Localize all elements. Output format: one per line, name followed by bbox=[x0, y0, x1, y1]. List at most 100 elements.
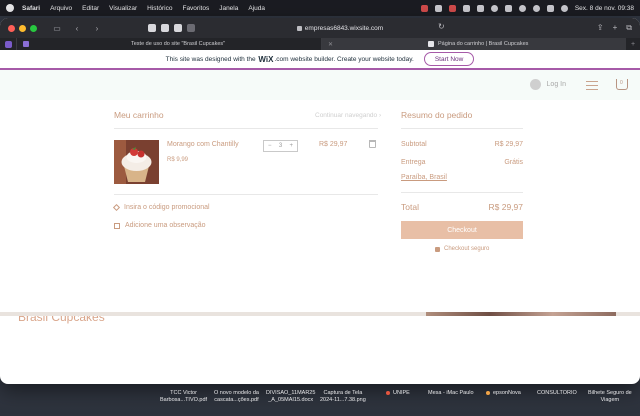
new-tab-icon[interactable]: + bbox=[613, 23, 618, 33]
apple-icon[interactable] bbox=[6, 4, 14, 12]
favorites-icons bbox=[148, 24, 195, 32]
file-name: TCC Victor bbox=[170, 390, 197, 396]
login-link[interactable]: Log In bbox=[529, 79, 566, 90]
add-note-link[interactable]: Adicione uma observação bbox=[114, 222, 206, 229]
zoom-window-button[interactable] bbox=[30, 24, 37, 32]
total-row: Total R$ 29,97 bbox=[401, 202, 523, 212]
control-center-icon[interactable] bbox=[546, 4, 554, 12]
decrease-button[interactable]: − bbox=[268, 143, 272, 149]
close-window-button[interactable] bbox=[8, 24, 15, 32]
divider bbox=[114, 194, 378, 195]
menu-visualizar[interactable]: Visualizar bbox=[109, 5, 137, 12]
close-tab-icon[interactable]: ✕ bbox=[328, 41, 333, 48]
desktop-file[interactable]: Captura de Tela 2024-11...7.38.png bbox=[320, 390, 366, 404]
file-name: epsonNova bbox=[493, 390, 521, 396]
menu-editar[interactable]: Editar bbox=[82, 5, 99, 12]
safari-window: ▭ ‹ › empresas6843.wixsite.com ↻ ⇪ + ⧉ T… bbox=[0, 18, 640, 384]
file-name: Bilhete Seguro de bbox=[588, 390, 632, 396]
status-app-icon[interactable] bbox=[476, 4, 484, 12]
clock[interactable]: Sex. 8 de nov. 09:38 bbox=[575, 5, 634, 12]
tab-cart-page[interactable]: ✕ Página do carrinho | Brasil Cupcakes bbox=[321, 38, 626, 50]
note-label: Adicione uma observação bbox=[125, 222, 206, 229]
wix-banner-text: This site was designed with the bbox=[165, 55, 256, 63]
trash-icon[interactable] bbox=[369, 140, 376, 148]
address-bar[interactable]: empresas6843.wixsite.com bbox=[260, 22, 420, 34]
search-icon[interactable] bbox=[532, 4, 540, 12]
quantity-stepper[interactable]: − 3 + bbox=[263, 140, 298, 152]
cart-icon[interactable]: 0 bbox=[616, 79, 628, 90]
minimize-window-button[interactable] bbox=[19, 24, 26, 32]
menu-ajuda[interactable]: Ajuda bbox=[248, 5, 265, 12]
cart-count: 0 bbox=[620, 80, 623, 86]
desktop-folder[interactable]: UNIPE bbox=[386, 390, 410, 397]
battery-icon[interactable] bbox=[504, 4, 512, 12]
increase-button[interactable]: + bbox=[289, 143, 293, 149]
tag-dot-icon bbox=[486, 390, 490, 395]
tag-dot-icon bbox=[386, 390, 390, 395]
cupcake-image bbox=[114, 140, 159, 184]
favorite-site-icon[interactable] bbox=[148, 24, 156, 32]
user-icon bbox=[529, 79, 541, 90]
menu-arquivo[interactable]: Arquivo bbox=[50, 5, 72, 12]
status-app-icon[interactable] bbox=[420, 4, 428, 12]
tab-bar: Teste de uso do site "Brasil Cupcakes" ✕… bbox=[0, 38, 640, 50]
status-app-icon[interactable] bbox=[462, 4, 470, 12]
desktop-file[interactable]: DIVISAO_11MAR25 _A_05MAI15.docx bbox=[266, 390, 315, 404]
tab-title: Página do carrinho | Brasil Cupcakes bbox=[438, 41, 529, 47]
file-name: Barbosa...TIVO.pdf bbox=[160, 397, 208, 403]
site-header: Log In 0 bbox=[0, 70, 640, 100]
delivery-location-link[interactable]: Paraíba, Brasil bbox=[401, 174, 447, 181]
sidebar-toggle-icon[interactable]: ▭ bbox=[51, 23, 63, 33]
favorite-site-icon[interactable] bbox=[187, 24, 195, 32]
status-app-icon[interactable] bbox=[434, 4, 442, 12]
start-now-button[interactable]: Start Now bbox=[423, 52, 475, 66]
delivery-label: Entrega bbox=[401, 159, 426, 166]
menu-janela[interactable]: Janela bbox=[219, 5, 238, 12]
menu-icon[interactable] bbox=[586, 81, 598, 93]
window-controls bbox=[8, 24, 37, 32]
checkout-button[interactable]: Checkout bbox=[401, 221, 523, 239]
lock-icon bbox=[296, 25, 302, 31]
forward-icon[interactable]: › bbox=[91, 23, 103, 33]
continue-browsing-link[interactable]: Continuar navegando › bbox=[315, 112, 381, 119]
tab-title-wrap: Página do carrinho | Brasil Cupcakes bbox=[428, 41, 528, 47]
desktop-folder[interactable]: Mesa - iMac Paulo bbox=[428, 390, 474, 397]
login-label: Log In bbox=[546, 81, 566, 88]
share-icon[interactable]: ⇪ bbox=[597, 23, 604, 33]
add-tab-icon[interactable]: + bbox=[626, 38, 640, 50]
lock-icon bbox=[435, 246, 440, 252]
reload-icon[interactable]: ↻ bbox=[438, 22, 445, 31]
desktop-file[interactable]: Bilhete Seguro de Viagem bbox=[588, 390, 632, 404]
file-name: Mesa - iMac Paulo bbox=[428, 390, 474, 396]
wifi-icon[interactable] bbox=[518, 4, 526, 12]
tab-overview-icon[interactable]: ⧉ bbox=[626, 23, 632, 33]
menu-historico[interactable]: Histórico bbox=[147, 5, 172, 12]
favorite-site-icon[interactable] bbox=[174, 24, 182, 32]
delivery-row: Entrega Grátis bbox=[401, 159, 523, 166]
favorite-site-icon[interactable] bbox=[161, 24, 169, 32]
secure-label: Checkout seguro bbox=[444, 246, 490, 252]
bluetooth-icon[interactable] bbox=[490, 4, 498, 12]
promo-code-link[interactable]: Insira o código promocional bbox=[112, 203, 210, 212]
status-app-icon[interactable] bbox=[448, 4, 456, 12]
subtotal-row: Subtotal R$ 29,97 bbox=[401, 141, 523, 148]
divider bbox=[401, 128, 523, 129]
tab-group-icon[interactable] bbox=[0, 38, 16, 50]
desktop-file[interactable]: O novo modelo da cascata...ções.pdf bbox=[214, 390, 259, 404]
quantity-value[interactable]: 3 bbox=[279, 143, 282, 149]
desktop-file[interactable]: TCC Victor Barbosa...TIVO.pdf bbox=[160, 390, 207, 404]
back-icon[interactable]: ‹ bbox=[71, 23, 83, 33]
tab-test-site[interactable]: Teste de uso do site "Brasil Cupcakes" bbox=[16, 38, 321, 50]
product-image[interactable] bbox=[114, 140, 159, 184]
total-value: R$ 29,97 bbox=[488, 202, 524, 212]
wix-banner-text-after: .com website builder. Create your websit… bbox=[274, 55, 414, 63]
desktop-folder[interactable]: CONSULTORIO bbox=[537, 390, 577, 397]
product-name[interactable]: Morango com Chantilly bbox=[167, 141, 239, 148]
file-name: O novo modelo da bbox=[214, 390, 259, 396]
menu-app-safari[interactable]: Safari bbox=[22, 5, 40, 12]
subtotal-value: R$ 29,97 bbox=[494, 141, 523, 148]
desktop-folder[interactable]: epsonNova bbox=[486, 390, 521, 397]
menu-favoritos[interactable]: Favoritos bbox=[182, 5, 209, 12]
siri-icon[interactable] bbox=[560, 4, 568, 12]
note-icon bbox=[114, 222, 120, 229]
